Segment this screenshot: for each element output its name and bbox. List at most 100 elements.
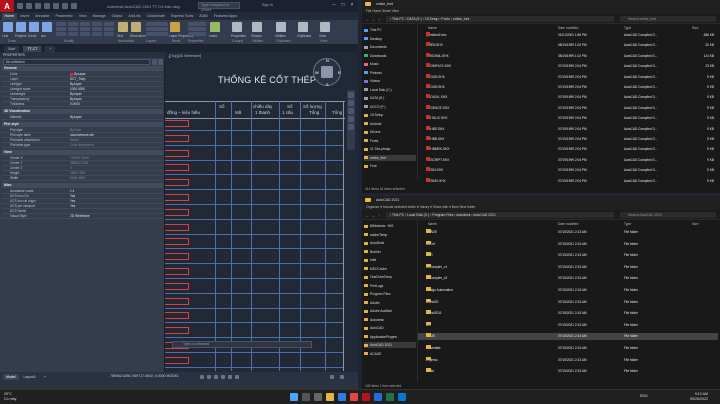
nav-item-videos[interactable]: Videos	[364, 78, 416, 84]
section-header-view[interactable]: View	[2, 150, 163, 155]
file-row[interactable]: @extfont2.shx 01/01/2001 1:56 PM AutoCAD C…	[418, 32, 718, 38]
osnap-toggle-icon[interactable]	[228, 375, 232, 379]
file-row[interactable]: AdCef 07/15/2021 2:13 AM File folder	[418, 240, 718, 247]
nav-item-cmike-font[interactable]: cmike_font	[364, 154, 416, 161]
property-row[interactable]: Layer KCT_Thép	[2, 77, 163, 82]
file-row[interactable]: SCSIMX.SHX 07/19/1999 2:04 PM AutoCAD Comp…	[418, 177, 718, 184]
autocad-taskbar-icon[interactable]	[362, 393, 370, 401]
nav-item-downloads[interactable]: Downloads	[364, 53, 416, 59]
file-row[interactable]: Fonts 07/15/2021 2:13 AM File folder	[418, 368, 718, 374]
ribbon-tab-a360[interactable]: A360	[197, 13, 210, 20]
zalo-icon[interactable]	[398, 393, 406, 401]
file-row[interactable]: Design Automation 07/15/2021 2:13 AM File …	[418, 287, 718, 293]
property-value[interactable]: ByLayer	[70, 97, 82, 102]
property-value[interactable]: ByLayer	[70, 115, 82, 120]
modify-tool-icon[interactable]	[80, 32, 90, 36]
property-value[interactable]: Color dependent	[70, 143, 94, 148]
close-button[interactable]: ×	[348, 2, 356, 9]
plot-icon[interactable]	[53, 3, 59, 9]
property-row[interactable]: Annotation scale 1:1	[2, 189, 163, 194]
layer-control[interactable]	[146, 27, 168, 31]
search-input[interactable]: Search AutoCAD 2021	[620, 212, 716, 218]
word-icon[interactable]	[374, 393, 382, 401]
add-layout-button[interactable]: +	[41, 374, 49, 380]
back-icon[interactable]: ←	[365, 17, 369, 22]
property-value[interactable]: 1000.0000	[70, 87, 85, 92]
rebar-shape-icon[interactable]	[165, 238, 189, 246]
file-row[interactable]: SCHBB.SHX 07/19/1999 2:04 PM AutoCAD Compi…	[418, 136, 718, 142]
new-icon[interactable]	[17, 3, 23, 9]
polar-toggle-icon[interactable]	[221, 375, 225, 379]
address-bar[interactable]: › This PC › Local Disk (C:) › Program Fi…	[386, 212, 614, 218]
file-row[interactable]: SCOUB.SHX 07/19/1999 2:04 PM AutoCAD Compi…	[418, 84, 718, 90]
weather-widget[interactable]: 29°C Có mây	[4, 392, 16, 402]
customize-icon[interactable]	[330, 375, 334, 379]
property-row[interactable]: Height 2906.7396	[2, 171, 163, 176]
property-value[interactable]: 5186.4488	[70, 176, 85, 181]
property-row[interactable]: Plot table type Color dependent	[2, 143, 163, 148]
pan-icon[interactable]	[348, 100, 354, 106]
column-header-date-modified[interactable]: Date modified	[558, 222, 578, 226]
property-value[interactable]: 2906.7396	[70, 171, 85, 176]
file-row[interactable]: CER 07/15/2021 2:13 AM File folder	[418, 252, 718, 258]
rebar-shape-icon[interactable]	[165, 297, 189, 305]
nav-item-onedrivetemp[interactable]: OneDriveTemp	[364, 274, 416, 280]
sign-in-link[interactable]: Sign In	[262, 3, 273, 7]
property-row[interactable]: Thickness 0.0000	[2, 102, 163, 107]
section-header-misc[interactable]: Misc	[2, 183, 163, 188]
nav-item-documents[interactable]: Documents	[364, 44, 416, 50]
file-row[interactable]: Express 07/15/2021 2:13 AM File folder	[418, 356, 718, 363]
ribbon-tab-insert[interactable]: Insert	[18, 13, 32, 20]
rebar-shape-icon[interactable]	[165, 194, 189, 201]
nav-item-pictures[interactable]: Pictures	[364, 70, 416, 76]
file-row[interactable]: SCOMPLEX.SHX 07/19/1999 2:04 PM AutoCAD Co…	[418, 63, 718, 69]
ortho-toggle-icon[interactable]	[214, 375, 218, 379]
showmotion-icon[interactable]	[348, 124, 354, 130]
ribbon-tab-add-ins[interactable]: Add-ins	[126, 13, 143, 20]
property-row[interactable]: Material ByLayer	[2, 115, 163, 120]
search-icon[interactable]	[302, 393, 310, 401]
property-row[interactable]: Center Y 568542.3081	[2, 161, 163, 166]
ribbon-tool-groups[interactable]	[252, 22, 262, 32]
ribbon-tool-view[interactable]	[320, 22, 330, 32]
property-row[interactable]: Visual Style 2D Wireframe	[2, 214, 163, 219]
start-icon[interactable]	[290, 393, 298, 401]
modify-tool-icon[interactable]	[68, 32, 78, 36]
property-row[interactable]: Center Z 0	[2, 166, 163, 171]
nav-item-data-e-[interactable]: DATA (E:)	[364, 95, 416, 101]
property-row[interactable]: Plot style ByColor	[2, 128, 163, 133]
rebar-shape-icon[interactable]	[165, 149, 189, 157]
property-row[interactable]: Center X 749437.2508	[2, 156, 163, 161]
up-icon[interactable]: ↑	[378, 17, 380, 22]
nav-item-msocache[interactable]: MSOCache	[364, 266, 416, 272]
nav-item-local-disk-c-[interactable]: Local Disk (C:)	[364, 87, 416, 93]
file-row[interactable]: SCSIN.SHX 07/19/1999 2:04 PM AutoCAD Compi…	[418, 167, 718, 173]
file-row[interactable]: SCHBMRK.SHX 07/19/1999 2:04 PM AutoCAD Com…	[418, 146, 718, 152]
ribbon-tab-home[interactable]: Home	[2, 12, 17, 20]
grid-toggle-icon[interactable]	[200, 375, 204, 379]
ribbon-tab-manage[interactable]: Manage	[90, 13, 108, 20]
file-row[interactable]: CMEN.SHX 08/15/1999 1:02 PM AutoCAD Compil…	[418, 42, 718, 48]
nav-item-01-shx-pfmap[interactable]: 01 Shx.pfmap	[364, 146, 416, 152]
ribbon-tool-utilities[interactable]	[276, 22, 286, 32]
ribbon-tool-layer-properties[interactable]	[170, 22, 180, 32]
maximize-button[interactable]: □	[339, 2, 347, 9]
fullscreen-icon[interactable]	[340, 375, 344, 379]
nav-item-this-pc[interactable]: This PC	[364, 27, 416, 33]
steering-wheel-icon[interactable]	[348, 92, 354, 98]
rebar-shape-icon[interactable]	[165, 268, 189, 275]
column-header-type[interactable]: Type	[624, 26, 631, 30]
ribbon-tab-view[interactable]: View	[76, 13, 89, 20]
file-row[interactable]: chCompiler_v1 07/15/2021 2:13 AM File fold…	[418, 263, 718, 270]
section-header-plotstyle[interactable]: Plot style	[2, 122, 163, 127]
property-value[interactable]: ByLayer	[70, 92, 82, 97]
ribbon-tool-dimension[interactable]	[131, 22, 141, 32]
viewcube-north[interactable]: N	[326, 58, 329, 63]
property-value[interactable]: 0.0000	[70, 102, 80, 107]
selection-dropdown[interactable]: No selection	[3, 59, 150, 65]
property-value[interactable]: ByLayer	[70, 82, 82, 87]
property-value[interactable]: 749437.2508	[70, 156, 89, 161]
ribbon-tab-express-tools[interactable]: Express Tools	[168, 13, 195, 20]
property-value[interactable]: 2D Wireframe	[70, 214, 90, 219]
minimize-button[interactable]: –	[330, 2, 338, 9]
